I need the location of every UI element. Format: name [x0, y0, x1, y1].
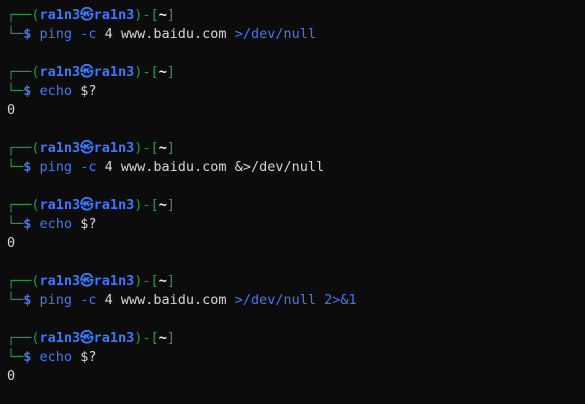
- prompt-cwd: ~: [158, 273, 167, 289]
- prompt-symbol: $: [23, 83, 32, 99]
- prompt-frame-bottom: └─: [7, 349, 24, 365]
- prompt-symbol: $: [23, 159, 32, 175]
- prompt-host: ra1n3: [93, 140, 135, 156]
- prompt-frame-top: ┌──(: [7, 330, 40, 346]
- command-name: echo: [39, 349, 73, 365]
- prompt-frame-top: ┌──(: [7, 197, 40, 213]
- kali-separator-icon: ㉿: [80, 140, 94, 156]
- prompt-header: ┌──(ra1n3㉿ra1n3)-[~]: [7, 63, 585, 82]
- prompt-header: ┌──(ra1n3㉿ra1n3)-[~]: [7, 6, 585, 25]
- command-name: ping: [39, 159, 73, 175]
- prompt-cwd: ~: [158, 64, 167, 80]
- prompt-frame-end: ]: [166, 197, 175, 213]
- prompt-frame-top: ┌──(: [7, 140, 40, 156]
- prompt-frame-mid: )-[: [134, 330, 159, 346]
- command-arg: $?: [80, 216, 97, 232]
- command-arg: $?: [80, 349, 97, 365]
- prompt-frame-end: ]: [166, 273, 175, 289]
- prompt-cwd: ~: [158, 330, 167, 346]
- command-line[interactable]: └─$ echo $?: [7, 82, 585, 101]
- prompt-user: ra1n3: [39, 330, 81, 346]
- prompt-host: ra1n3: [93, 197, 135, 213]
- command-arg-host: www.baidu.com: [120, 292, 227, 308]
- command-redirect: &>/dev/null: [234, 159, 325, 175]
- prompt-header: ┌──(ra1n3㉿ra1n3)-[~]: [7, 196, 585, 215]
- prompt-frame-bottom: └─: [7, 26, 24, 42]
- command-line[interactable]: └─$ echo $?: [7, 348, 585, 367]
- command-output: 0: [7, 235, 16, 251]
- prompt-frame-bottom: └─: [7, 159, 24, 175]
- prompt-frame-bottom: └─: [7, 83, 24, 99]
- kali-separator-icon: ㉿: [80, 197, 94, 213]
- command-arg-count: 4: [104, 26, 113, 42]
- kali-separator-icon: ㉿: [80, 273, 94, 289]
- prompt-user: ra1n3: [39, 140, 81, 156]
- command-redirect: >/dev/null: [234, 26, 316, 42]
- prompt-frame-top: ┌──(: [7, 64, 40, 80]
- prompt-frame-mid: )-[: [134, 273, 159, 289]
- command-arg-count: 4: [104, 292, 113, 308]
- command-flag: -c: [80, 26, 97, 42]
- command-redirect-target: &1: [340, 292, 357, 308]
- command-line[interactable]: └─$ echo $?: [7, 215, 585, 234]
- prompt-user: ra1n3: [39, 7, 81, 23]
- prompt-symbol: $: [23, 26, 32, 42]
- prompt-frame-bottom: └─: [7, 216, 24, 232]
- command-redirect: >/dev/null: [234, 292, 316, 308]
- command-line[interactable]: └─$ ping -c 4 www.baidu.com >/dev/null 2…: [7, 291, 585, 310]
- prompt-host: ra1n3: [93, 64, 135, 80]
- prompt-host: ra1n3: [93, 273, 135, 289]
- command-output: 0: [7, 102, 16, 118]
- prompt-frame-end: ]: [166, 64, 175, 80]
- kali-separator-icon: ㉿: [80, 64, 94, 80]
- prompt-cwd: ~: [158, 140, 167, 156]
- prompt-frame-mid: )-[: [134, 7, 159, 23]
- command-arg-host: www.baidu.com: [120, 26, 227, 42]
- prompt-host: ra1n3: [93, 330, 135, 346]
- command-output: 0: [7, 368, 16, 384]
- prompt-symbol: $: [23, 349, 32, 365]
- prompt-user: ra1n3: [39, 273, 81, 289]
- kali-separator-icon: ㉿: [80, 7, 94, 23]
- command-line[interactable]: └─$ ping -c 4 www.baidu.com &>/dev/null: [7, 158, 585, 177]
- prompt-host: ra1n3: [93, 7, 135, 23]
- terminal-window[interactable]: ┌──(ra1n3㉿ra1n3)-[~] └─$ ping -c 4 www.b…: [0, 0, 585, 404]
- prompt-frame-mid: )-[: [134, 64, 159, 80]
- command-line[interactable]: └─$ ping -c 4 www.baidu.com >/dev/null: [7, 25, 585, 44]
- prompt-symbol: $: [23, 292, 32, 308]
- command-name: ping: [39, 292, 73, 308]
- prompt-cwd: ~: [158, 7, 167, 23]
- prompt-header: ┌──(ra1n3㉿ra1n3)-[~]: [7, 272, 585, 291]
- command-arg-host: www.baidu.com: [120, 159, 227, 175]
- prompt-symbol: $: [23, 216, 32, 232]
- command-name: ping: [39, 26, 73, 42]
- prompt-frame-top: ┌──(: [7, 273, 40, 289]
- command-name: echo: [39, 83, 73, 99]
- prompt-header: ┌──(ra1n3㉿ra1n3)-[~]: [7, 139, 585, 158]
- command-flag: -c: [80, 292, 97, 308]
- kali-separator-icon: ㉿: [80, 330, 94, 346]
- prompt-cwd: ~: [158, 197, 167, 213]
- command-redirect-stderr: 2>: [324, 292, 341, 308]
- command-arg-count: 4: [104, 159, 113, 175]
- prompt-frame-mid: )-[: [134, 197, 159, 213]
- prompt-frame-end: ]: [166, 7, 175, 23]
- prompt-user: ra1n3: [39, 197, 81, 213]
- prompt-frame-end: ]: [166, 330, 175, 346]
- command-flag: -c: [80, 159, 97, 175]
- command-arg: $?: [80, 83, 97, 99]
- prompt-frame-bottom: └─: [7, 292, 24, 308]
- prompt-frame-top: ┌──(: [7, 7, 40, 23]
- prompt-user: ra1n3: [39, 64, 81, 80]
- prompt-frame-end: ]: [166, 140, 175, 156]
- prompt-header: ┌──(ra1n3㉿ra1n3)-[~]: [7, 329, 585, 348]
- prompt-frame-mid: )-[: [134, 140, 159, 156]
- command-name: echo: [39, 216, 73, 232]
